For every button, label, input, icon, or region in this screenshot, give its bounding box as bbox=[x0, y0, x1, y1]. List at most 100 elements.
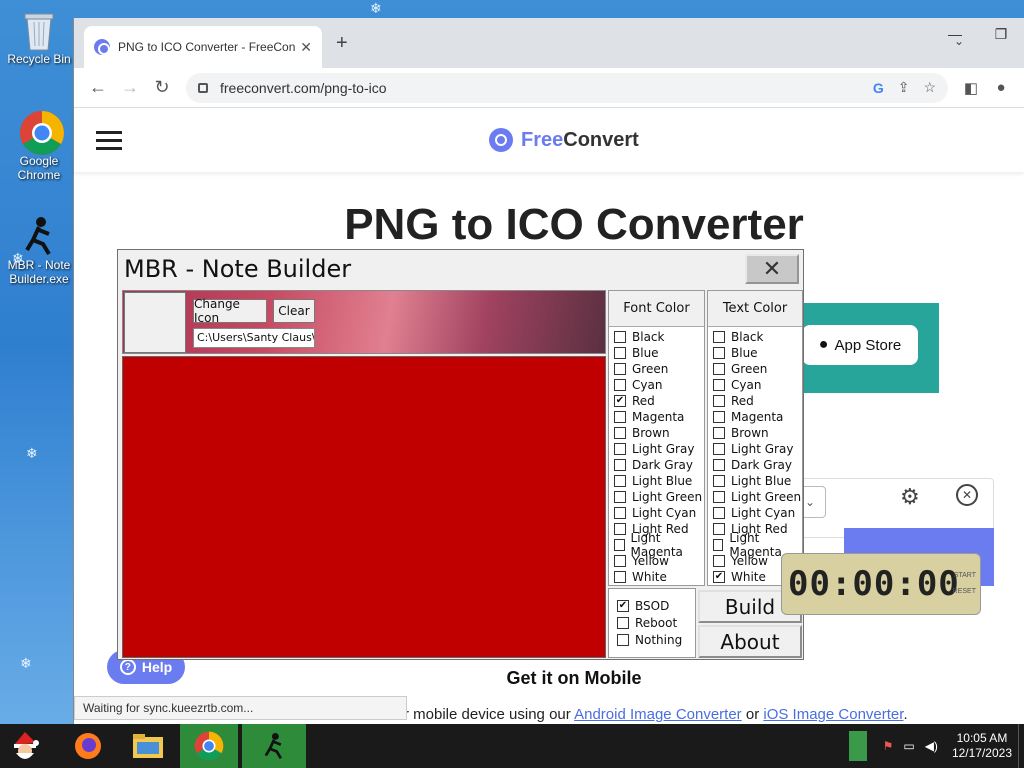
profile-icon[interactable]: ● bbox=[986, 79, 1016, 96]
checkbox[interactable] bbox=[614, 555, 626, 567]
note-preview-area[interactable] bbox=[122, 356, 606, 658]
share-icon[interactable]: ⇪ bbox=[898, 79, 910, 96]
checkbox[interactable] bbox=[713, 523, 725, 535]
checkbox[interactable] bbox=[713, 459, 725, 471]
color-option[interactable]: Light Gray bbox=[708, 441, 802, 457]
color-option[interactable]: Dark Gray bbox=[609, 457, 704, 473]
checkbox[interactable] bbox=[713, 347, 725, 359]
color-option[interactable]: Dark Gray bbox=[708, 457, 802, 473]
color-option[interactable]: White bbox=[609, 569, 704, 585]
ios-converter-link[interactable]: iOS Image Converter bbox=[763, 706, 903, 723]
color-option[interactable]: Light Magenta bbox=[609, 531, 704, 559]
checkbox[interactable] bbox=[713, 491, 725, 503]
file-explorer-icon[interactable] bbox=[126, 724, 170, 768]
color-option[interactable]: Light Gray bbox=[609, 441, 704, 457]
color-option[interactable]: Green bbox=[708, 361, 802, 377]
checkbox[interactable]: ✔ bbox=[617, 599, 629, 612]
clear-button[interactable]: Clear bbox=[273, 299, 315, 323]
color-option[interactable]: Light Cyan bbox=[708, 505, 802, 521]
checkbox[interactable] bbox=[614, 331, 626, 343]
checkbox[interactable]: ✔ bbox=[713, 571, 725, 583]
checkbox[interactable] bbox=[713, 427, 725, 439]
checkbox[interactable] bbox=[614, 523, 626, 535]
color-option[interactable]: Black bbox=[708, 329, 802, 345]
checkbox[interactable] bbox=[614, 443, 626, 455]
icon-path-field[interactable]: C:\Users\Santy Claus\D bbox=[193, 328, 315, 348]
checkbox[interactable] bbox=[713, 507, 725, 519]
checkbox[interactable] bbox=[614, 363, 626, 375]
gear-icon[interactable]: ⚙ bbox=[900, 484, 920, 510]
checkbox[interactable] bbox=[713, 539, 724, 551]
android-converter-link[interactable]: Android Image Converter bbox=[574, 706, 742, 723]
timer-reset[interactable]: RESET bbox=[953, 588, 976, 595]
checkbox[interactable] bbox=[614, 347, 626, 359]
checkbox[interactable] bbox=[614, 411, 626, 423]
color-option[interactable]: Light Magenta bbox=[708, 531, 802, 559]
firefox-icon[interactable] bbox=[66, 724, 110, 768]
checkbox[interactable] bbox=[614, 539, 625, 551]
taskbar-chrome-icon[interactable] bbox=[180, 724, 238, 768]
checkbox[interactable] bbox=[617, 616, 629, 629]
color-option[interactable]: Brown bbox=[708, 425, 802, 441]
color-option[interactable]: Magenta bbox=[708, 409, 802, 425]
checkbox[interactable] bbox=[614, 459, 626, 471]
checkbox[interactable] bbox=[713, 475, 725, 487]
action-option[interactable]: Reboot bbox=[609, 614, 695, 631]
color-option[interactable]: Cyan bbox=[708, 377, 802, 393]
star-icon[interactable]: ☆ bbox=[923, 79, 936, 96]
omnibox[interactable]: freeconvert.com/png-to-ico G ⇪ ☆ bbox=[186, 72, 948, 103]
color-option[interactable]: Blue bbox=[708, 345, 802, 361]
clock[interactable]: 10:05 AM 12/17/2023 bbox=[952, 731, 1012, 761]
show-desktop-button[interactable] bbox=[1018, 724, 1024, 768]
flag-icon[interactable]: ⚑ bbox=[883, 739, 894, 753]
color-option[interactable]: Magenta bbox=[609, 409, 704, 425]
checkbox[interactable] bbox=[614, 507, 626, 519]
desktop-icon-google-chrome[interactable]: Google Chrome bbox=[4, 110, 74, 182]
hamburger-menu-icon[interactable] bbox=[96, 126, 122, 155]
timer-start[interactable]: START bbox=[954, 572, 976, 579]
checkbox[interactable] bbox=[713, 379, 725, 391]
taskbar-skater-icon[interactable] bbox=[242, 724, 306, 768]
google-icon[interactable]: G bbox=[873, 80, 884, 96]
color-option[interactable]: Cyan bbox=[609, 377, 704, 393]
checkbox[interactable] bbox=[713, 555, 725, 567]
new-tab-icon[interactable]: + bbox=[336, 32, 348, 55]
checkbox[interactable] bbox=[713, 443, 725, 455]
santa-start-icon[interactable] bbox=[0, 724, 50, 768]
color-option[interactable]: Green bbox=[609, 361, 704, 377]
back-icon[interactable]: ← bbox=[82, 77, 114, 98]
color-option[interactable]: Light Green bbox=[609, 489, 704, 505]
checkbox[interactable] bbox=[617, 633, 629, 646]
checkbox[interactable] bbox=[614, 427, 626, 439]
volume-icon[interactable]: ◀) bbox=[925, 739, 938, 753]
timer-widget[interactable]: 00:00:00 START RESET bbox=[781, 553, 981, 615]
network-icon[interactable]: ▭ bbox=[903, 739, 914, 753]
close-icon[interactable]: ✕ bbox=[745, 254, 799, 284]
site-logo[interactable]: Free Convert bbox=[489, 128, 639, 152]
color-option[interactable]: Blue bbox=[609, 345, 704, 361]
checkbox[interactable] bbox=[713, 411, 725, 423]
side-panel-icon[interactable]: ◧ bbox=[956, 79, 986, 97]
checkbox[interactable] bbox=[713, 395, 725, 407]
color-option[interactable]: ✔ Red bbox=[609, 393, 704, 409]
checkbox[interactable]: ✔ bbox=[614, 395, 626, 407]
forward-icon[interactable]: → bbox=[114, 77, 146, 98]
browser-tab[interactable]: PNG to ICO Converter - FreeCon ✕ bbox=[84, 26, 322, 68]
checkbox[interactable] bbox=[614, 475, 626, 487]
reload-icon[interactable]: ↻ bbox=[146, 77, 178, 98]
checkbox[interactable] bbox=[614, 491, 626, 503]
action-option[interactable]: ✔ BSOD bbox=[609, 597, 695, 614]
action-option[interactable]: Nothing bbox=[609, 631, 695, 648]
close-circle-icon[interactable]: ✕ bbox=[956, 484, 978, 506]
checkbox[interactable] bbox=[713, 331, 725, 343]
color-option[interactable]: Light Blue bbox=[609, 473, 704, 489]
app-store-button[interactable]: ● App Store bbox=[802, 325, 918, 365]
restore-icon[interactable]: ❐ bbox=[978, 18, 1024, 50]
change-icon-button[interactable]: Change Icon bbox=[193, 297, 267, 325]
checkbox[interactable] bbox=[713, 363, 725, 375]
color-option[interactable]: Light Green bbox=[708, 489, 802, 505]
close-tab-icon[interactable]: ✕ bbox=[300, 39, 312, 56]
desktop-icon-recycle-bin[interactable]: Recycle Bin bbox=[4, 8, 74, 66]
color-option[interactable]: Brown bbox=[609, 425, 704, 441]
checkbox[interactable] bbox=[614, 379, 626, 391]
